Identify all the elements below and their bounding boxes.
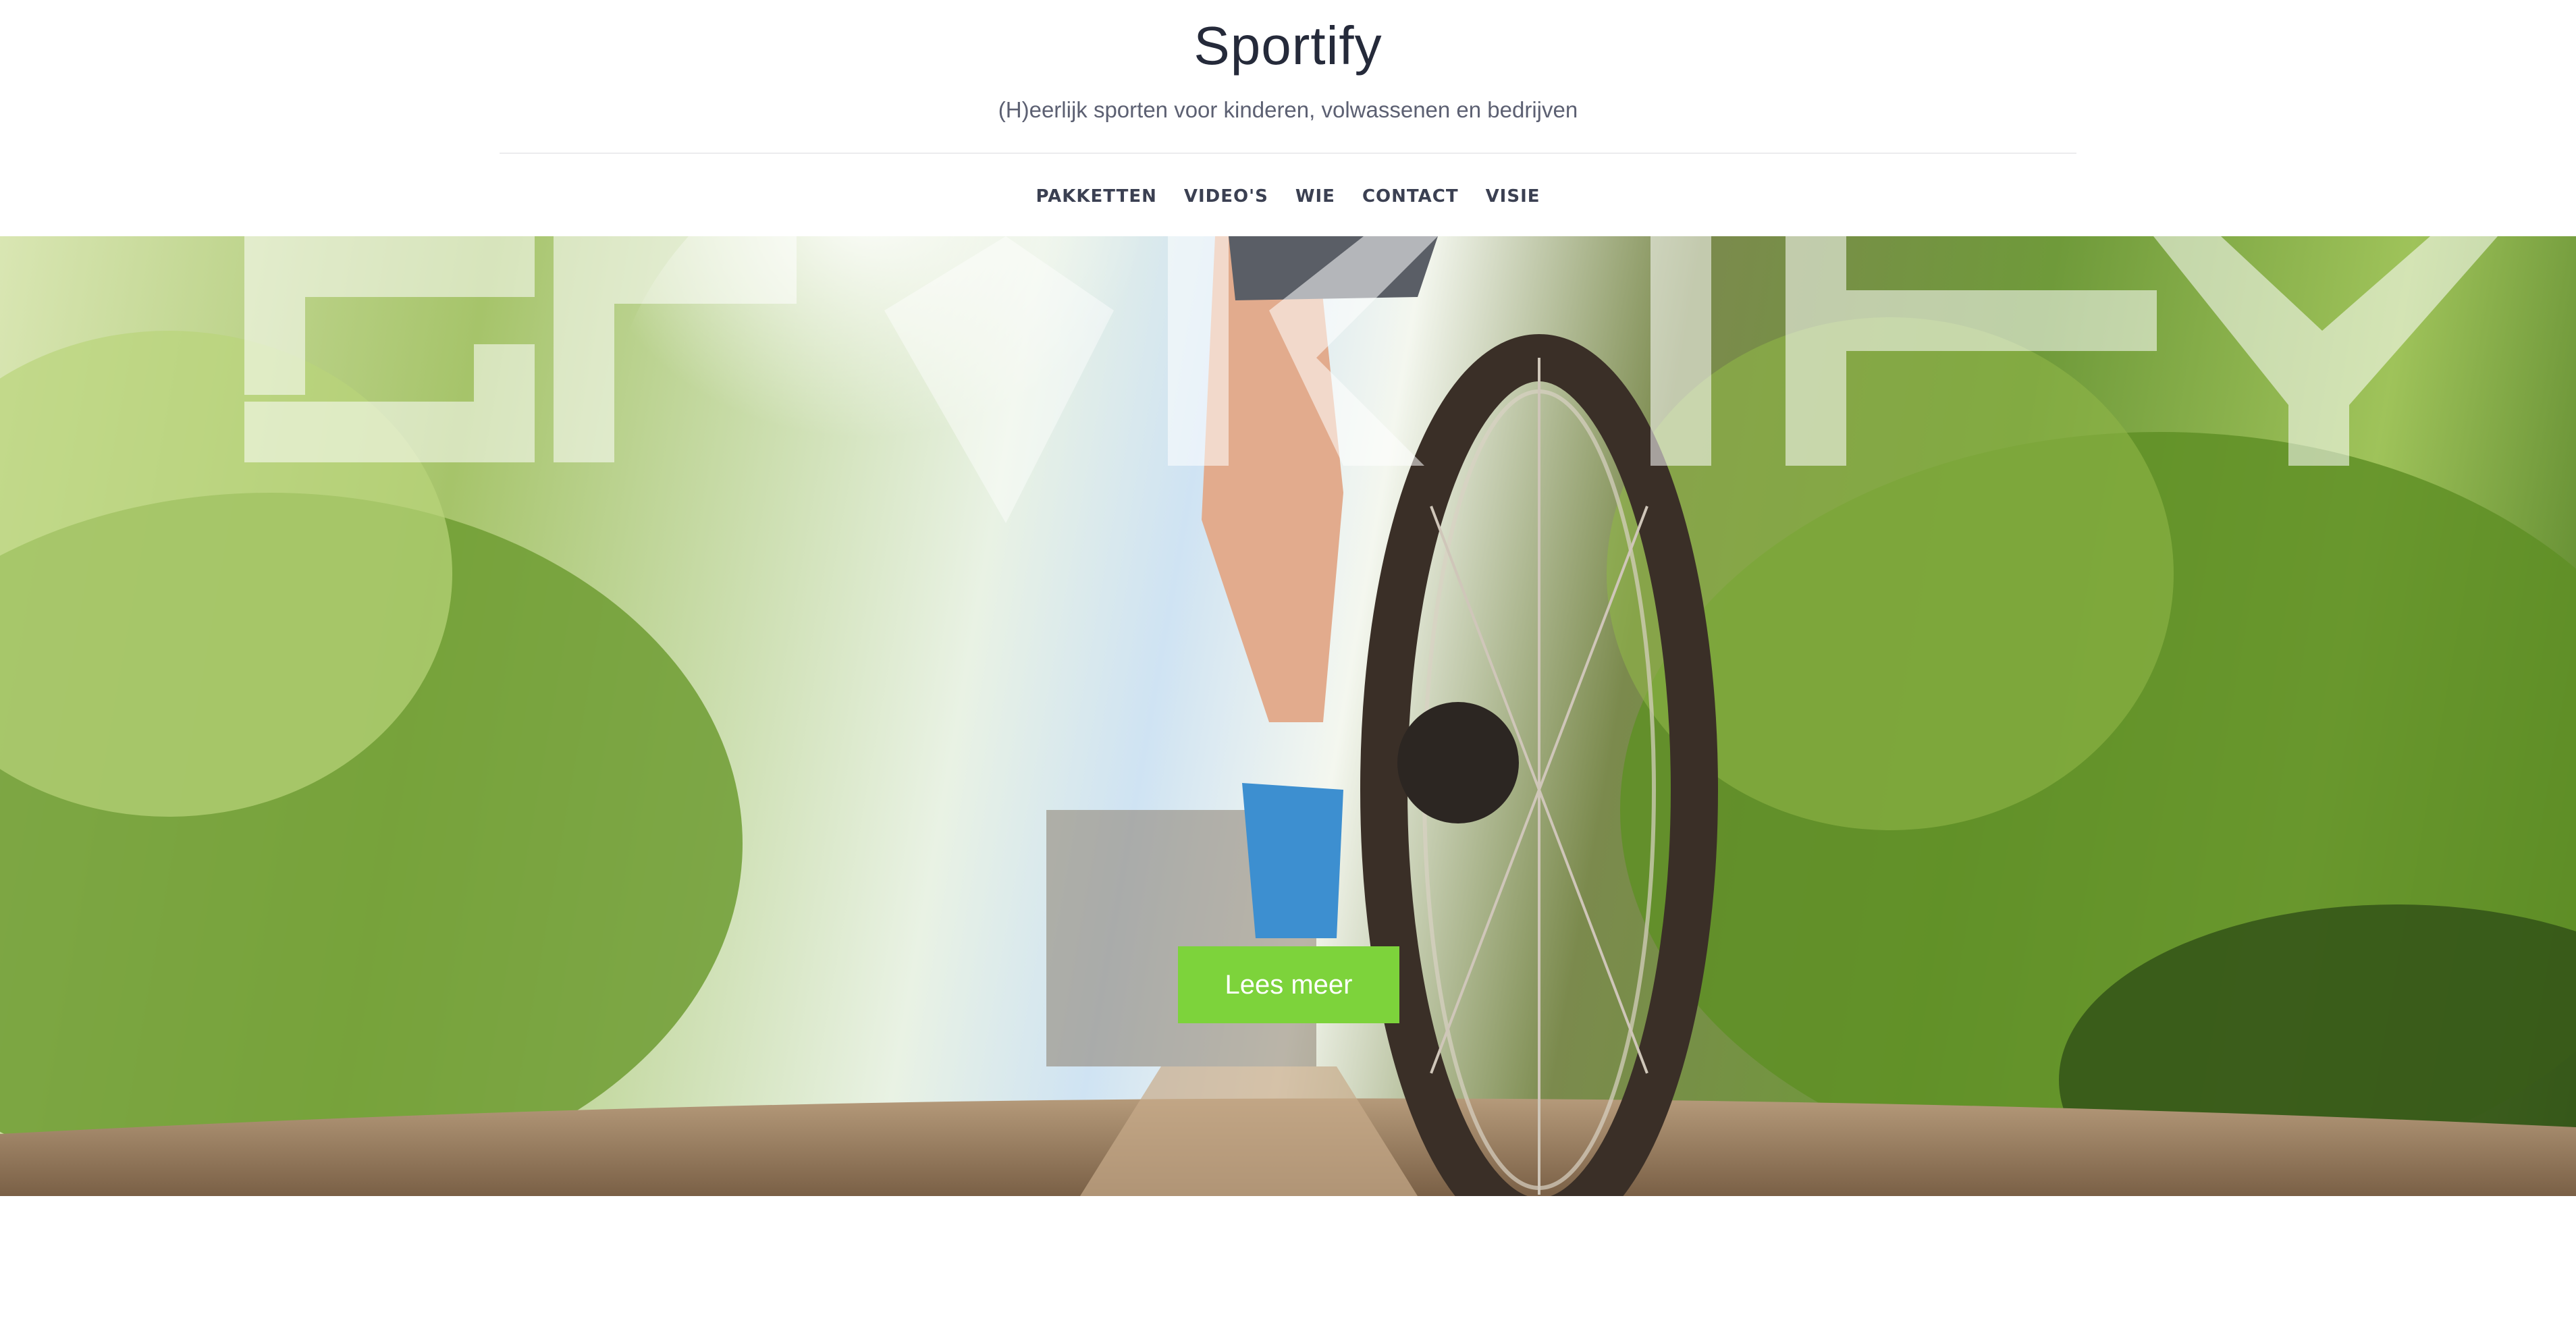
page-footer-space [0, 1196, 2576, 1327]
read-more-button[interactable]: Lees meer [1178, 946, 1399, 1023]
hero-photo-mountain-biker [0, 236, 2576, 1196]
main-navigation: PAKKETTEN VIDEO'S WIE CONTACT VISIE [0, 186, 2576, 207]
header-divider [500, 153, 2076, 154]
nav-item-visie[interactable]: VISIE [1486, 186, 1540, 207]
site-tagline: (H)eerlijk sporten voor kinderen, volwas… [998, 97, 1578, 122]
nav-item-pakketten[interactable]: PAKKETTEN [1036, 186, 1156, 207]
nav-item-videos[interactable]: VIDEO'S [1184, 186, 1268, 207]
nav-item-wie[interactable]: WIE [1295, 186, 1335, 207]
site-title[interactable]: Sportify [0, 15, 2576, 77]
site-header: Sportify (H)eerlijk sporten voor kindere… [0, 0, 2576, 236]
nav-item-contact[interactable]: CONTACT [1362, 186, 1459, 207]
hero-banner: Lees meer [0, 236, 2576, 1196]
